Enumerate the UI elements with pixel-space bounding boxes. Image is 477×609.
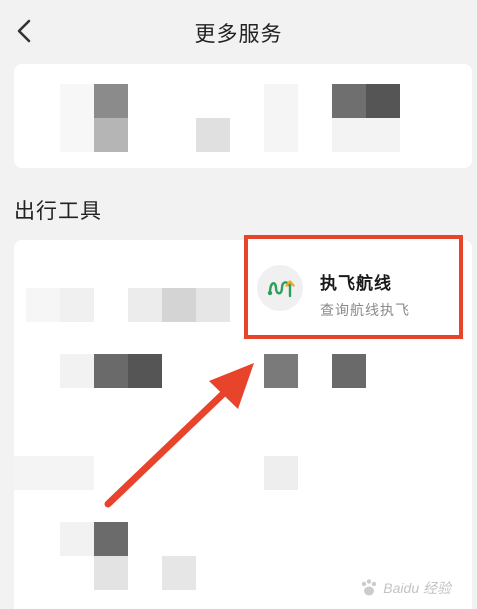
obscured-block	[14, 456, 94, 490]
obscured-block	[162, 288, 196, 322]
obscured-block	[332, 84, 366, 118]
obscured-block	[94, 556, 128, 590]
obscured-block	[26, 288, 60, 322]
obscured-block	[128, 354, 162, 388]
obscured-block	[332, 118, 400, 152]
obscured-block	[94, 522, 128, 556]
service-name: 执飞航线	[320, 274, 392, 294]
section-title: 出行工具	[14, 199, 102, 223]
obscured-block	[60, 288, 94, 322]
obscured-block	[264, 354, 298, 388]
flight-route-service[interactable]: 执飞航线 查询航线执飞	[244, 235, 463, 339]
obscured-block	[162, 556, 196, 590]
obscured-block	[60, 84, 94, 152]
services-card	[14, 64, 472, 168]
obscured-block	[60, 522, 94, 556]
obscured-block	[94, 118, 128, 152]
obscured-block	[60, 354, 94, 388]
obscured-block	[264, 456, 298, 490]
obscured-block	[332, 354, 366, 388]
service-description: 查询航线执飞	[320, 303, 410, 319]
obscured-block	[94, 354, 128, 388]
flight-route-icon	[257, 265, 303, 311]
obscured-block	[94, 84, 128, 118]
watermark-text: Baidu 经验	[383, 580, 451, 596]
baidu-paw-icon	[362, 579, 377, 596]
obscured-block	[264, 84, 298, 152]
obscured-block	[128, 288, 162, 322]
obscured-block	[196, 118, 230, 152]
obscured-block	[366, 84, 400, 118]
top-navigation-bar: 更多服务	[0, 0, 477, 62]
obscured-block	[196, 288, 230, 322]
watermark: Baidu 经验	[358, 577, 451, 599]
page-title: 更多服务	[194, 22, 283, 46]
